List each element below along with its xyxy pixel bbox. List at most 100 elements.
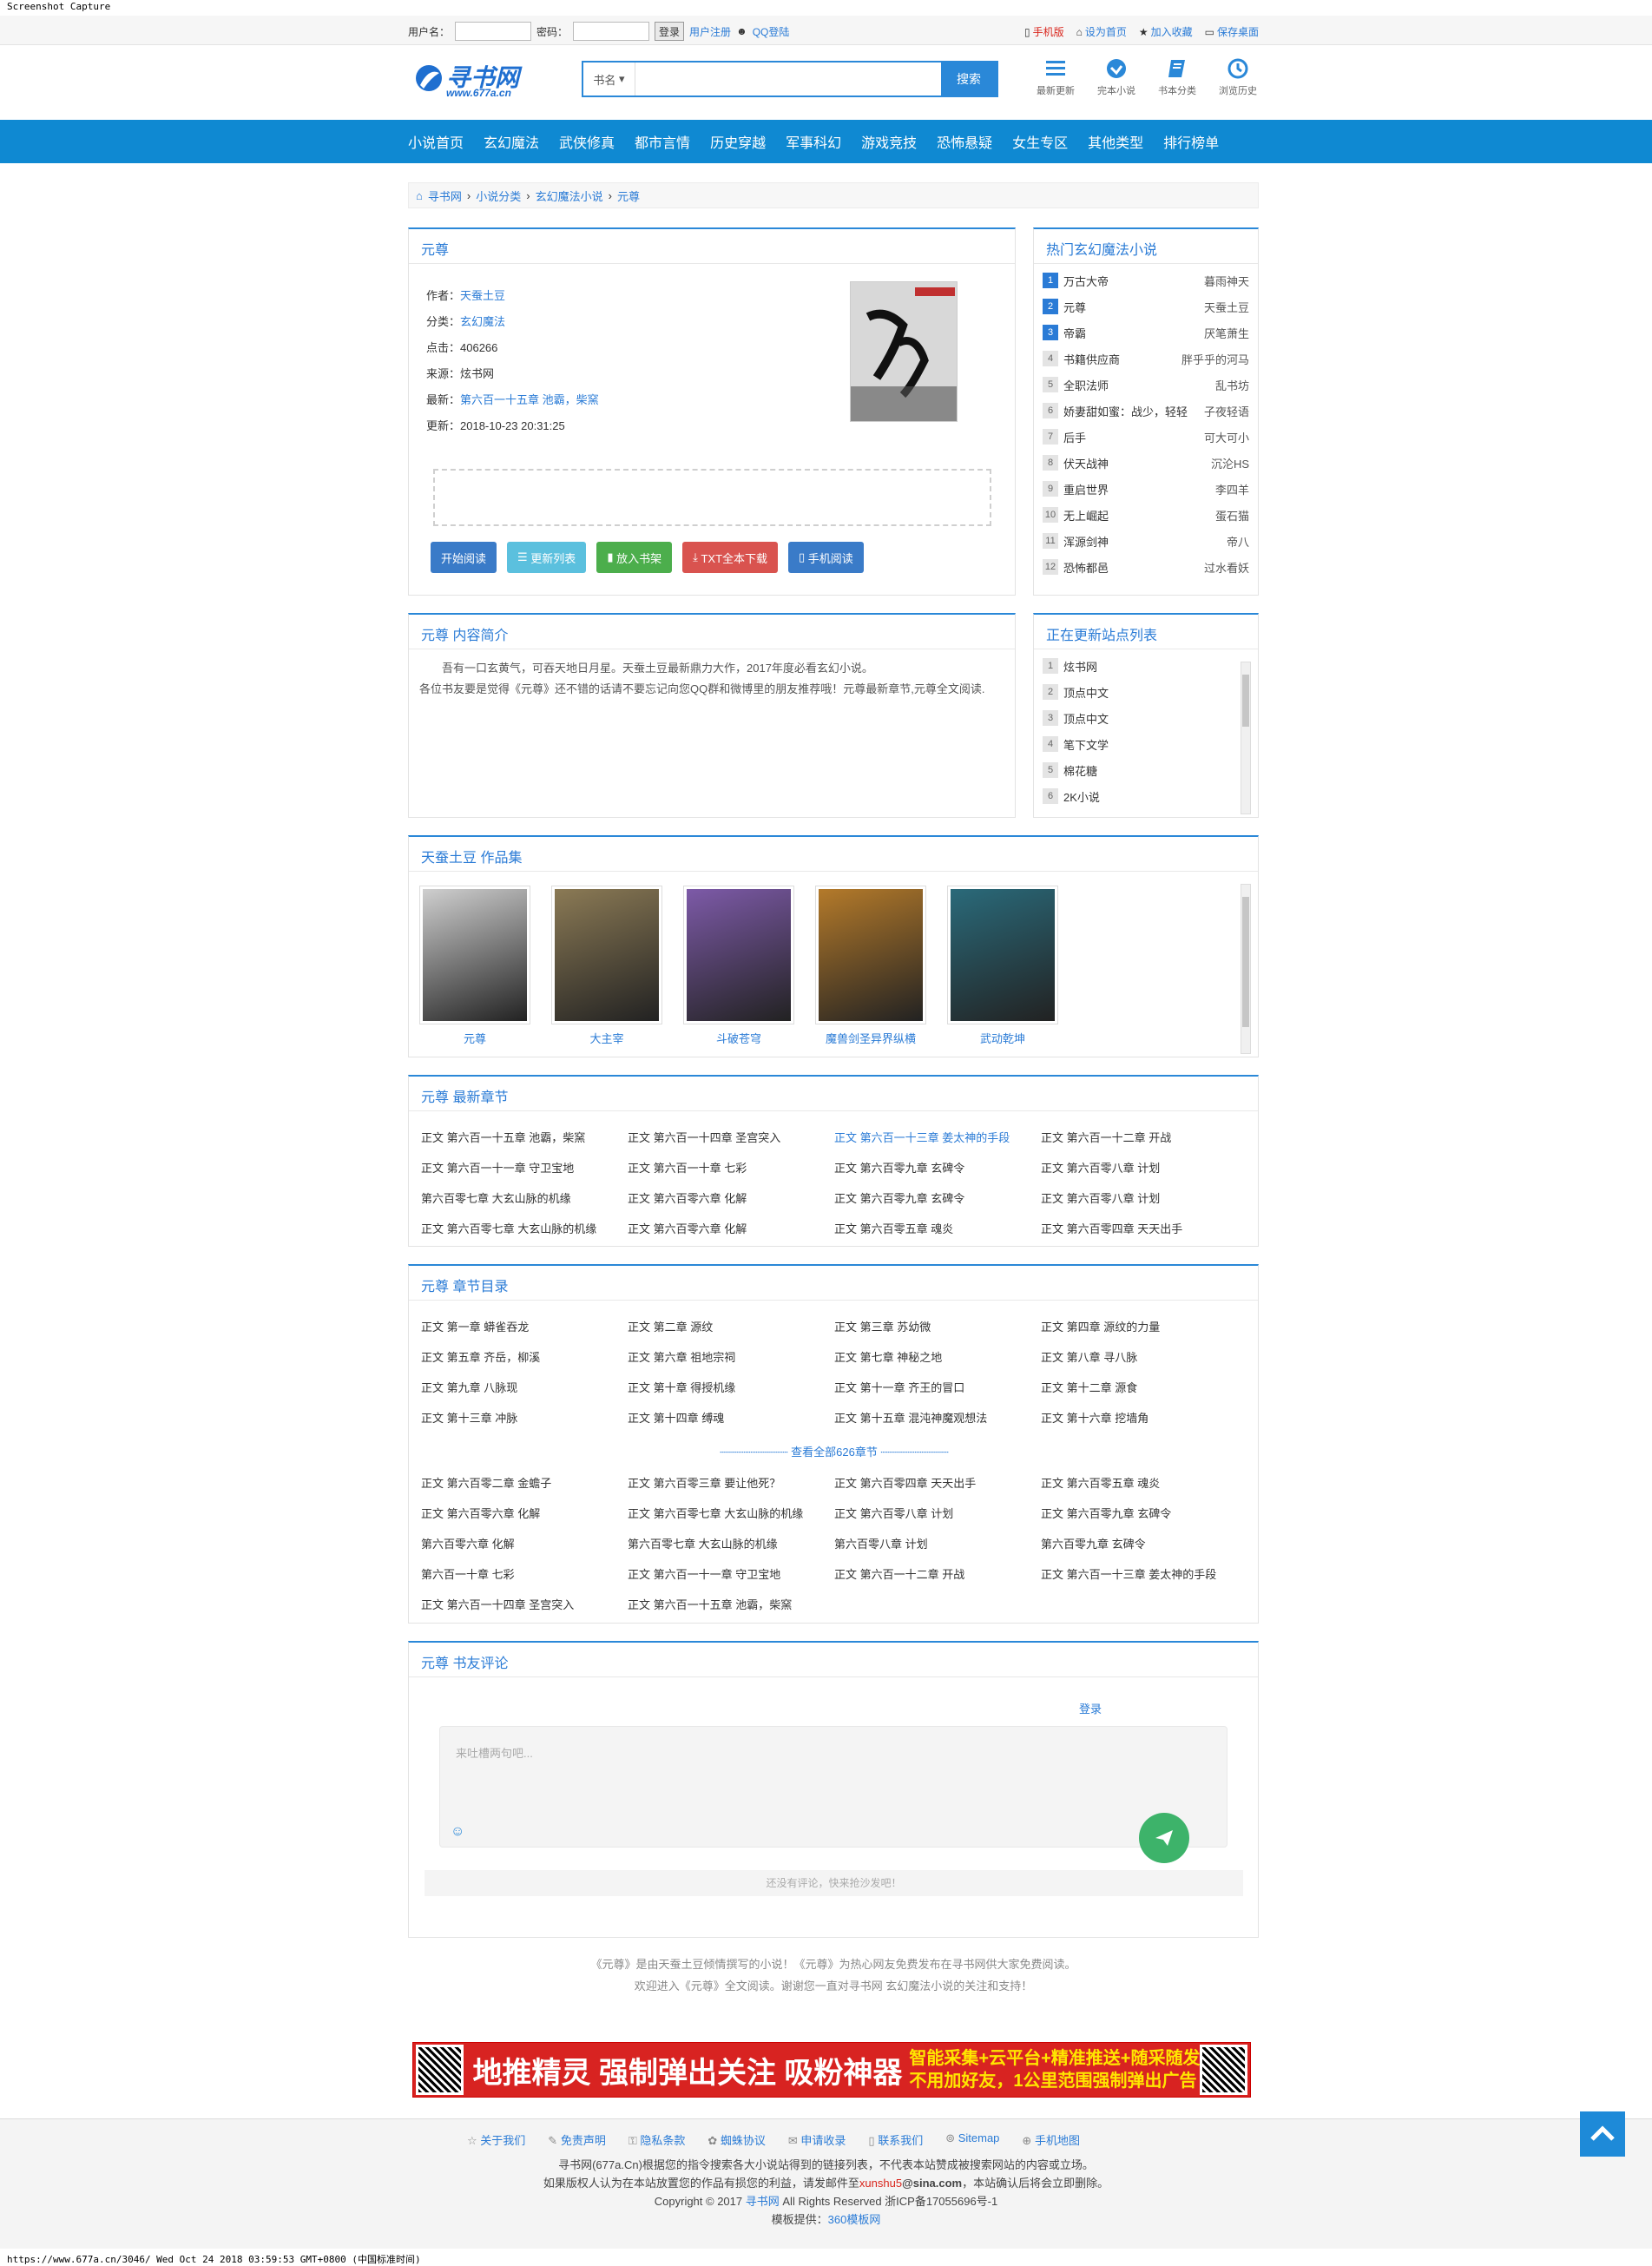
search-type-select[interactable]: 书名 ▾: [583, 63, 635, 96]
nav-scifi[interactable]: 军事科幻: [786, 131, 841, 152]
rank-row[interactable]: 3 帝霸 厌笔萧生: [1043, 319, 1249, 346]
rank-row[interactable]: 7 后手 可大可小: [1043, 424, 1249, 450]
save-desktop-link[interactable]: 保存桌面: [1217, 26, 1259, 38]
ad-banner[interactable]: 地推精灵 强制弹出关注 吸粉神器 智能采集+云平台+精准推送+随采随发 不用加好友…: [412, 2042, 1251, 2098]
footer-link[interactable]: ⚿ 隐私条款: [629, 2131, 686, 2148]
chapter-link[interactable]: 正文 第六章 祖地宗祠: [628, 1348, 834, 1366]
rank-name[interactable]: 棉花糖: [1063, 762, 1097, 779]
rank-name[interactable]: 重启世界: [1063, 481, 1109, 497]
rank-name[interactable]: 全职法师: [1063, 377, 1109, 393]
rank-row[interactable]: 2 元尊 天蚕土豆: [1043, 293, 1249, 319]
footer-site-link[interactable]: 寻书网: [746, 2195, 780, 2208]
chapter-link[interactable]: 正文 第六百一十二章 开战: [1041, 1129, 1247, 1146]
chapter-link[interactable]: 正文 第二章 源纹: [628, 1318, 834, 1335]
register-link[interactable]: 用户注册: [689, 24, 731, 39]
book-cover[interactable]: [850, 281, 958, 422]
nav-home[interactable]: 小说首页: [408, 131, 464, 152]
chapter-link[interactable]: 正文 第六百一十三章 姜太神的手段: [1041, 1565, 1247, 1583]
view-all-chapters-link[interactable]: ┈┈┈┈┈┈┈┈┈┈ 查看全部626章节 ┈┈┈┈┈┈┈┈┈┈: [409, 1443, 1260, 1459]
footer-link[interactable]: ✉ 申请收录: [788, 2131, 846, 2148]
chapter-link[interactable]: 正文 第六百一十章 七彩: [628, 1159, 834, 1176]
chapter-link[interactable]: 正文 第六百一十二章 开战: [834, 1565, 1041, 1583]
nav-horror[interactable]: 恐怖悬疑: [937, 131, 992, 152]
rank-name[interactable]: 顶点中文: [1063, 710, 1109, 727]
footer-link[interactable]: ☆ 关于我们: [467, 2131, 525, 2148]
rank-name[interactable]: 炫书网: [1063, 658, 1097, 675]
chapter-link[interactable]: 正文 第六百零四章 天天出手: [1041, 1220, 1247, 1237]
work-title[interactable]: 大主宰: [551, 1030, 662, 1046]
chapter-link[interactable]: 正文 第六百零八章 计划: [1041, 1159, 1247, 1176]
nav-other[interactable]: 其他类型: [1088, 131, 1143, 152]
rank-name[interactable]: 2K小说: [1063, 788, 1100, 805]
chapter-link[interactable]: 正文 第六百零八章 计划: [1041, 1189, 1247, 1207]
footer-link[interactable]: ✎ 免责声明: [548, 2131, 606, 2148]
work-cover[interactable]: [947, 886, 1058, 1024]
send-comment-button[interactable]: [1139, 1813, 1189, 1863]
latest-chapter-link[interactable]: 第六百一十五章 池霸，柴窯: [460, 393, 599, 406]
nav-fantasy[interactable]: 玄幻魔法: [484, 131, 539, 152]
emoji-icon[interactable]: ☺: [451, 1824, 464, 1840]
nav-game[interactable]: 游戏竞技: [861, 131, 917, 152]
chapter-link[interactable]: 正文 第六百零九章 玄碑令: [1041, 1505, 1247, 1522]
rank-row[interactable]: 5 棉花糖: [1043, 757, 1229, 783]
rank-name[interactable]: 无上崛起: [1063, 507, 1109, 524]
footer-link[interactable]: ▯ 联系我们: [868, 2131, 923, 2148]
favorite-link[interactable]: 加入收藏: [1151, 26, 1193, 38]
completed-link[interactable]: 完本小说: [1094, 57, 1139, 97]
mobile-link[interactable]: 手机版: [1033, 26, 1064, 38]
nav-ranking[interactable]: 排行榜单: [1163, 131, 1219, 152]
sites-scrollbar[interactable]: [1241, 662, 1251, 814]
chapter-link[interactable]: 正文 第六百一十五章 池霸，柴窯: [628, 1596, 834, 1613]
chapter-link[interactable]: 第六百零七章 大玄山脉的机缘: [628, 1535, 834, 1552]
chapter-link[interactable]: 正文 第一章 蟒雀吞龙: [421, 1318, 628, 1335]
work-title[interactable]: 武动乾坤: [947, 1030, 1058, 1046]
chapter-link[interactable]: 正文 第七章 神秘之地: [834, 1348, 1041, 1366]
set-home-link[interactable]: 设为首页: [1085, 26, 1127, 38]
nav-female[interactable]: 女生专区: [1012, 131, 1068, 152]
update-list-button[interactable]: ☰ 更新列表: [507, 542, 587, 573]
latest-update-link[interactable]: 最新更新: [1033, 57, 1078, 97]
rank-row[interactable]: 6 娇妻甜如蜜：战少，轻轻 子夜轻语: [1043, 398, 1249, 424]
chapter-link[interactable]: 正文 第六百零九章 玄碑令: [834, 1189, 1041, 1207]
chapter-link[interactable]: 第六百零九章 玄碑令: [1041, 1535, 1247, 1552]
rank-row[interactable]: 8 伏天战神 沉沦HS: [1043, 450, 1249, 476]
chapter-link[interactable]: 正文 第六百零七章 大玄山脉的机缘: [628, 1505, 834, 1522]
chapter-link[interactable]: 正文 第十章 得授机缘: [628, 1379, 834, 1396]
search-button[interactable]: 搜索: [941, 63, 997, 96]
rank-row[interactable]: 10 无上崛起 蛋石猫: [1043, 502, 1249, 528]
work-cover[interactable]: [815, 886, 926, 1024]
nav-urban[interactable]: 都市言情: [635, 131, 690, 152]
start-reading-button[interactable]: 开始阅读: [431, 542, 497, 573]
author-link[interactable]: 天蚕土豆: [460, 289, 505, 302]
category-link[interactable]: 书本分类: [1155, 57, 1200, 97]
breadcrumb-subcategory[interactable]: 玄幻魔法小说: [536, 188, 603, 204]
chapter-link[interactable]: 正文 第六百零九章 玄碑令: [834, 1159, 1041, 1176]
work-item[interactable]: 魔兽剑圣异界纵横: [815, 886, 926, 1046]
password-input[interactable]: [573, 22, 650, 41]
comment-input[interactable]: 来吐槽两句吧... ☺: [439, 1726, 1227, 1848]
history-link[interactable]: 浏览历史: [1215, 57, 1260, 97]
add-shelf-button[interactable]: ▮ 放入书架: [596, 542, 673, 573]
category-link[interactable]: 玄幻魔法: [460, 315, 505, 328]
chapter-link[interactable]: 正文 第六百零七章 大玄山脉的机缘: [421, 1220, 628, 1237]
chapter-link[interactable]: 正文 第六百零四章 天天出手: [834, 1474, 1041, 1492]
rank-name[interactable]: 笔下文学: [1063, 736, 1109, 753]
chapter-link[interactable]: 正文 第四章 源纹的力量: [1041, 1318, 1247, 1335]
chapter-link[interactable]: 正文 第六百零二章 金蟾子: [421, 1474, 628, 1492]
chapter-link[interactable]: 正文 第六百零三章 要让他死？: [628, 1474, 834, 1492]
comment-login-link[interactable]: 登录: [1079, 1700, 1102, 1716]
work-title[interactable]: 魔兽剑圣异界纵横: [815, 1030, 926, 1046]
rank-row[interactable]: 4 书籍供应商 胖乎乎的河马: [1043, 346, 1249, 372]
chapter-link[interactable]: 正文 第六百一十四章 圣宫突入: [628, 1129, 834, 1146]
chapter-link[interactable]: 正文 第六百一十一章 守卫宝地: [421, 1159, 628, 1176]
rank-row[interactable]: 5 全职法师 乱书坊: [1043, 372, 1249, 398]
chapter-link[interactable]: 正文 第六百零六章 化解: [628, 1220, 834, 1237]
work-cover[interactable]: [419, 886, 530, 1024]
rank-row[interactable]: 6 2K小说: [1043, 783, 1229, 809]
chapter-link[interactable]: 正文 第十五章 混沌神魔观想法: [834, 1409, 1041, 1426]
back-to-top-button[interactable]: [1580, 2111, 1625, 2157]
work-title[interactable]: 斗破苍穹: [683, 1030, 794, 1046]
work-cover[interactable]: [551, 886, 662, 1024]
breadcrumb-home[interactable]: 寻书网: [428, 188, 462, 204]
works-scrollbar[interactable]: [1241, 884, 1251, 1054]
